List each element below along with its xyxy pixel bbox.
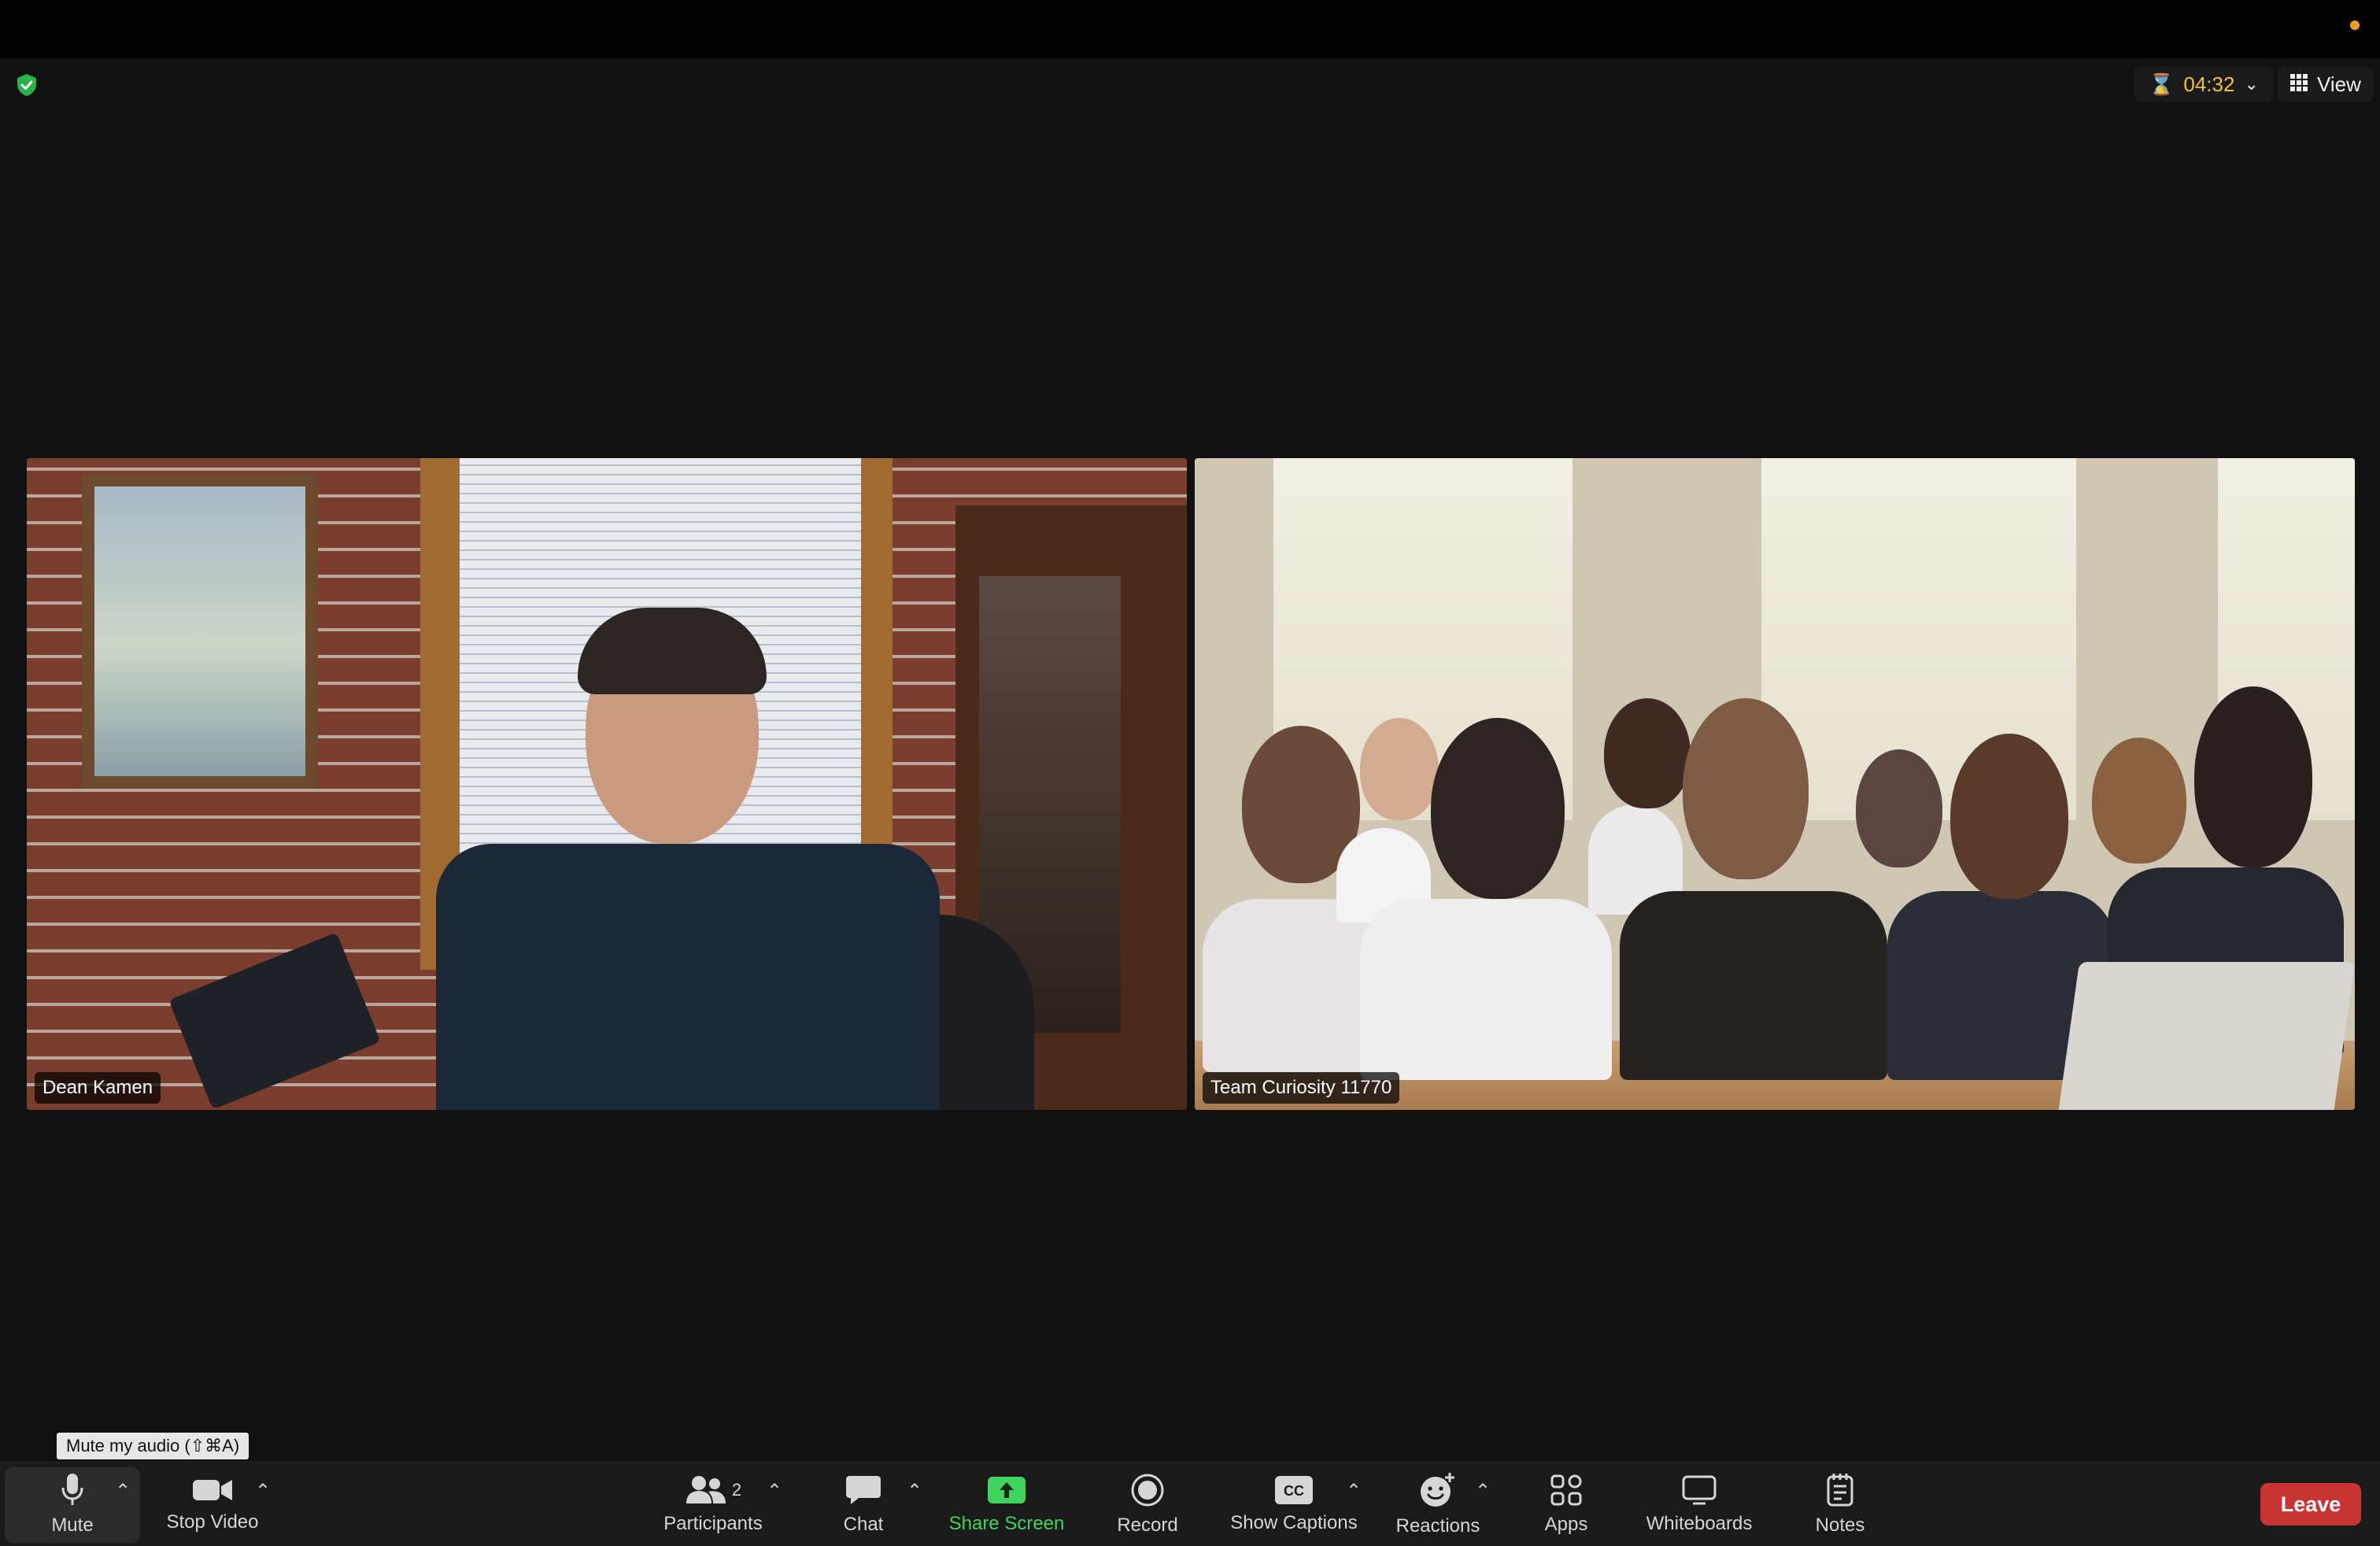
participants-icon xyxy=(686,1476,726,1503)
person-5-head xyxy=(1683,698,1809,879)
show-captions-label: Show Captions xyxy=(1230,1512,1358,1533)
record-button[interactable]: Record xyxy=(1105,1467,1190,1543)
view-label: View xyxy=(2317,72,2361,96)
stop-video-label: Stop Video xyxy=(166,1511,259,1533)
view-button[interactable]: View xyxy=(2278,66,2374,102)
chat-button[interactable]: Chat xyxy=(819,1467,908,1543)
timer-text: 04:32 xyxy=(2183,72,2235,96)
svg-text:CC: CC xyxy=(1284,1483,1304,1499)
mute-tooltip: Mute my audio (⇧⌘A) xyxy=(57,1433,249,1459)
participant-name-tag: Team Curiosity 11770 xyxy=(1203,1072,1400,1104)
mute-button[interactable]: Mute xyxy=(5,1467,140,1543)
whiteboard-icon xyxy=(1682,1475,1717,1505)
person-9-head xyxy=(2194,686,2312,867)
video-tile-team-curiosity[interactable]: Team Curiosity 11770 xyxy=(1195,458,2355,1110)
person-3-head xyxy=(1431,718,1565,899)
person-3-torso xyxy=(1360,899,1612,1080)
person-torso xyxy=(436,844,940,1110)
window-titlebar xyxy=(0,0,2380,58)
grid-icon xyxy=(2290,72,2308,97)
leave-button[interactable]: Leave xyxy=(2260,1483,2361,1526)
hourglass-icon: ⌛ xyxy=(2149,72,2175,96)
notes-label: Notes xyxy=(1815,1515,1865,1536)
painting-image xyxy=(94,486,305,776)
security-shield-icon[interactable] xyxy=(14,72,39,98)
captions-options-caret-icon[interactable]: ⌃ xyxy=(1346,1480,1362,1503)
participant-name-tag: Dean Kamen xyxy=(35,1072,161,1104)
show-captions-button[interactable]: CC Show Captions xyxy=(1221,1467,1366,1543)
microphone-icon xyxy=(61,1474,83,1505)
record-label: Record xyxy=(1117,1515,1178,1536)
video-camera-icon xyxy=(193,1480,232,1500)
chat-bubble-icon xyxy=(846,1476,881,1504)
notes-button[interactable]: Notes xyxy=(1802,1467,1878,1543)
reactions-button[interactable]: Reactions xyxy=(1388,1467,1488,1543)
video-tile-dean-kamen[interactable]: Dean Kamen xyxy=(27,458,1187,1110)
person-1-torso xyxy=(1203,899,1384,1072)
apps-icon xyxy=(1550,1474,1582,1506)
apps-label: Apps xyxy=(1544,1514,1588,1535)
reactions-label: Reactions xyxy=(1395,1515,1480,1537)
meeting-toolbar xyxy=(0,1461,2380,1546)
record-icon xyxy=(1131,1474,1164,1507)
person-7-head xyxy=(1950,734,2068,899)
person-5-torso xyxy=(1620,891,1887,1080)
person-2-head xyxy=(1360,718,1439,820)
participants-label: Participants xyxy=(663,1513,763,1534)
apps-button[interactable]: Apps xyxy=(1530,1467,1602,1543)
share-screen-label: Share Screen xyxy=(948,1513,1065,1534)
chevron-down-icon: ⌄ xyxy=(2244,74,2259,94)
share-screen-button[interactable]: Share Screen xyxy=(941,1467,1072,1543)
meeting-timer[interactable]: ⌛ 04:32 ⌄ xyxy=(2134,66,2273,102)
person-6-head xyxy=(1856,749,1942,867)
laptop xyxy=(2057,962,2355,1110)
participants-button[interactable]: 2 Participants xyxy=(650,1467,776,1543)
person-8-head xyxy=(2092,738,2186,864)
participants-count: 2 xyxy=(731,1480,742,1500)
person-hair xyxy=(578,608,767,694)
chat-options-caret-icon[interactable]: ⌃ xyxy=(907,1480,922,1503)
mute-label: Mute xyxy=(51,1515,94,1536)
reactions-options-caret-icon[interactable]: ⌃ xyxy=(1475,1480,1491,1503)
stop-video-button[interactable]: Stop Video xyxy=(154,1467,271,1543)
video-options-caret-icon[interactable]: ⌃ xyxy=(255,1480,271,1503)
audio-options-caret-icon[interactable]: ⌃ xyxy=(115,1480,131,1503)
closed-captions-icon: CC xyxy=(1275,1476,1313,1504)
whiteboards-button[interactable]: Whiteboards xyxy=(1634,1467,1765,1543)
participants-options-caret-icon[interactable]: ⌃ xyxy=(767,1480,782,1503)
recording-indicator-dot xyxy=(2350,20,2360,30)
person-4-head xyxy=(1604,698,1691,808)
smiley-plus-icon xyxy=(1421,1473,1454,1507)
whiteboards-label: Whiteboards xyxy=(1646,1513,1753,1534)
share-screen-icon xyxy=(988,1477,1026,1503)
notes-icon xyxy=(1827,1474,1853,1507)
chat-label: Chat xyxy=(843,1514,884,1535)
